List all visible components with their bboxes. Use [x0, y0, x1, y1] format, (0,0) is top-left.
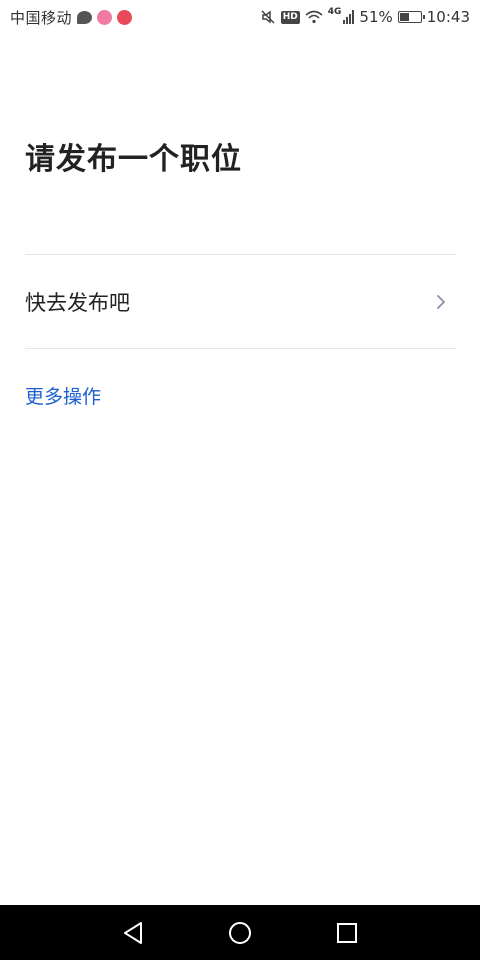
status-left: 中国移动: [10, 7, 133, 28]
battery-fill: [399, 13, 410, 21]
status-time: 10:43: [426, 8, 470, 26]
status-right: HD 4G 51% 10:43: [260, 7, 470, 26]
publish-job-row[interactable]: 快去发布吧: [25, 255, 456, 348]
divider-bottom: [25, 348, 456, 349]
back-button[interactable]: [113, 913, 153, 953]
recent-apps-button[interactable]: [327, 913, 367, 953]
wifi-icon: [305, 10, 323, 24]
system-nav-bar: [0, 905, 480, 960]
carrier-label: 中国移动: [10, 8, 73, 27]
mute-icon: [261, 10, 275, 24]
status-bar: 中国移动 HD 4G 51% 10:43: [0, 0, 480, 34]
more-actions-link[interactable]: 更多操作: [25, 382, 101, 409]
home-icon: [228, 921, 251, 944]
pink-app-icon: [97, 9, 113, 25]
publish-job-label: 快去发布吧: [25, 290, 130, 315]
red-app-icon: [117, 9, 133, 25]
page-title: 请发布一个职位: [25, 142, 242, 177]
back-icon: [124, 921, 143, 944]
hd-badge: HD: [280, 10, 300, 24]
network-type-label: 4G: [327, 7, 342, 17]
battery-percent: 51%: [359, 8, 393, 26]
battery-icon: [397, 11, 425, 23]
chevron-right-icon: [437, 294, 445, 309]
signal-icon: [343, 10, 355, 24]
home-button[interactable]: [220, 913, 260, 953]
recent-apps-icon: [336, 922, 357, 943]
chat-icon: [77, 10, 93, 24]
